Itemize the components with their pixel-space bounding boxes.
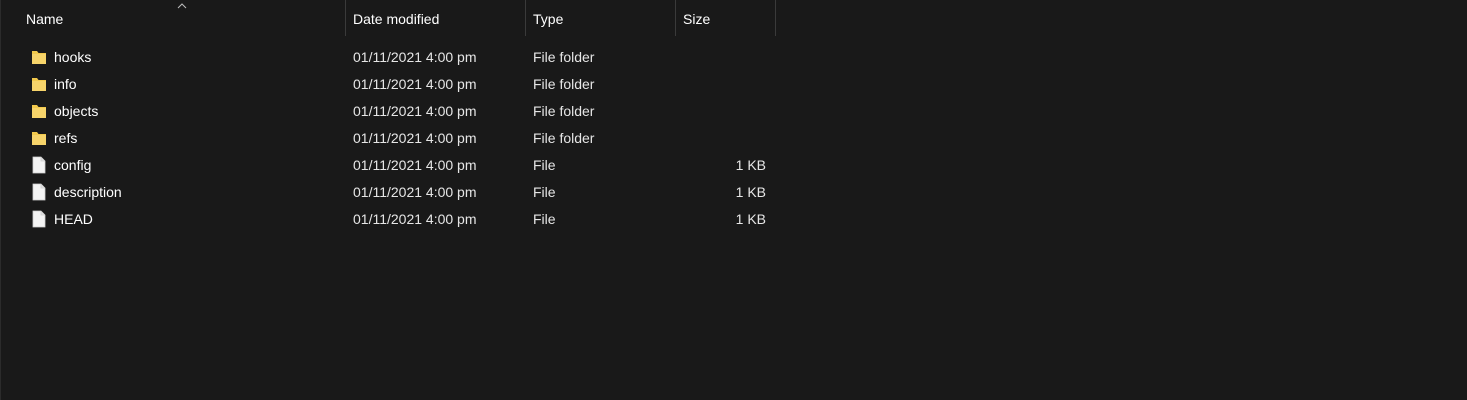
item-type: File folder [533, 49, 595, 65]
folder-row[interactable]: objects 01/11/2021 4:00 pm File folder [1, 98, 781, 125]
chevron-up-icon [177, 3, 187, 9]
column-header-bar: Name Date modified Type Size [1, 0, 1467, 36]
folder-icon [31, 102, 47, 120]
file-icon [31, 156, 47, 174]
item-type: File [533, 184, 556, 200]
item-name: objects [54, 103, 99, 119]
file-icon [31, 210, 47, 228]
item-name: HEAD [54, 211, 93, 227]
item-name: config [54, 157, 92, 173]
file-explorer-details-view: Name Date modified Type Size hooks 01/11/… [0, 0, 1467, 400]
item-name: info [54, 76, 77, 92]
item-type: File [533, 157, 556, 173]
item-type: File folder [533, 76, 595, 92]
folder-icon [31, 129, 47, 147]
item-name: refs [54, 130, 78, 146]
file-row[interactable]: HEAD 01/11/2021 4:00 pm File 1 KB [1, 206, 781, 233]
folder-row[interactable]: hooks 01/11/2021 4:00 pm File folder [1, 44, 781, 71]
item-date-modified: 01/11/2021 4:00 pm [353, 157, 477, 173]
item-size: 1 KB [735, 184, 766, 200]
item-name: description [54, 184, 122, 200]
item-date-modified: 01/11/2021 4:00 pm [353, 211, 477, 227]
folder-icon [31, 75, 47, 93]
item-type: File folder [533, 103, 595, 119]
item-date-modified: 01/11/2021 4:00 pm [353, 49, 477, 65]
item-date-modified: 01/11/2021 4:00 pm [353, 76, 477, 92]
item-date-modified: 01/11/2021 4:00 pm [353, 130, 477, 146]
file-row[interactable]: description 01/11/2021 4:00 pm File 1 KB [1, 179, 781, 206]
file-row[interactable]: config 01/11/2021 4:00 pm File 1 KB [1, 152, 781, 179]
folder-icon [31, 48, 47, 66]
item-size: 1 KB [735, 211, 766, 227]
item-type: File [533, 211, 556, 227]
file-list: hooks 01/11/2021 4:00 pm File folder info 01… [1, 44, 781, 233]
column-header-type[interactable]: Type [526, 0, 676, 36]
column-header-size[interactable]: Size [676, 0, 776, 36]
folder-row[interactable]: info 01/11/2021 4:00 pm File folder [1, 71, 781, 98]
item-date-modified: 01/11/2021 4:00 pm [353, 184, 477, 200]
column-header-date-modified[interactable]: Date modified [346, 0, 526, 36]
folder-row[interactable]: refs 01/11/2021 4:00 pm File folder [1, 125, 781, 152]
item-name: hooks [54, 49, 92, 65]
item-type: File folder [533, 130, 595, 146]
column-header-name[interactable]: Name [1, 0, 346, 36]
item-date-modified: 01/11/2021 4:00 pm [353, 103, 477, 119]
file-icon [31, 183, 47, 201]
item-size: 1 KB [735, 157, 766, 173]
